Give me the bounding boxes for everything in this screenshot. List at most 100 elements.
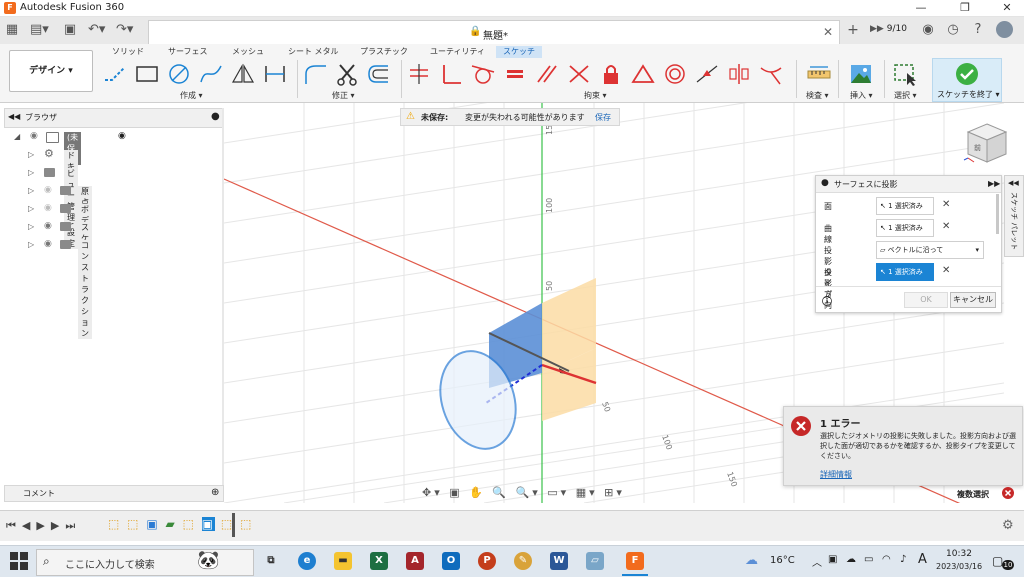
- viewports-icon[interactable]: ⊞▾: [604, 486, 625, 499]
- zoom-icon[interactable]: 🔍▾: [516, 486, 541, 499]
- maximize-button[interactable]: ❐: [950, 1, 980, 15]
- clear-curve-icon[interactable]: ✕: [942, 221, 950, 232]
- insert-group-label[interactable]: 挿入 ▾: [850, 90, 873, 101]
- ime-indicator[interactable]: A: [918, 552, 927, 567]
- timeline-sketch-icon[interactable]: ⬚: [240, 517, 253, 531]
- new-tab-button[interactable]: +: [845, 22, 861, 38]
- timeline-sketch-icon[interactable]: ⬚: [108, 517, 121, 531]
- redo-icon[interactable]: ↷▾: [116, 22, 133, 38]
- user-avatar[interactable]: [996, 21, 1013, 38]
- tab-sketch[interactable]: スケッチ: [496, 46, 542, 58]
- job-status[interactable]: ▶▶ 9/10: [870, 24, 907, 34]
- notes-app-icon[interactable]: ▱: [586, 552, 604, 570]
- collapse-browser-icon[interactable]: ◀◀: [8, 112, 20, 121]
- comments-panel[interactable]: コメント ⊕: [4, 485, 224, 502]
- collapse-triangle-icon[interactable]: ◢: [14, 132, 20, 141]
- weather-cloud-icon[interactable]: ☁: [745, 553, 758, 568]
- select-group-label[interactable]: 選択 ▾: [894, 90, 917, 101]
- clock-time[interactable]: 10:32: [946, 549, 972, 559]
- notifications-clock-icon[interactable]: ◷: [945, 22, 961, 38]
- eye-visibility-icon[interactable]: ◉: [44, 221, 52, 231]
- step-forward-icon[interactable]: ▶: [51, 519, 65, 532]
- multi-select-cancel-icon[interactable]: [1002, 487, 1014, 499]
- timeline-body-icon[interactable]: ▣: [146, 517, 159, 531]
- clock-date[interactable]: 2023/03/16: [936, 562, 982, 571]
- mirror-tool-icon[interactable]: [230, 62, 256, 86]
- expand-triangle-icon[interactable]: ▷: [28, 150, 34, 159]
- word-icon[interactable]: W: [550, 552, 568, 570]
- projection-type-dropdown[interactable]: ▱ ベクトルに沿って ▾: [876, 241, 984, 259]
- insert-image-icon[interactable]: [848, 62, 874, 86]
- curvature-constraint-icon[interactable]: [758, 62, 784, 86]
- tab-utility[interactable]: ユーティリティ: [426, 46, 489, 58]
- projection-direction-box[interactable]: ↖ 1 選択済み: [876, 263, 934, 281]
- triangle-constraint-icon[interactable]: [630, 62, 656, 86]
- edge-browser-icon[interactable]: e: [298, 552, 316, 570]
- dimension-tool-icon[interactable]: [262, 62, 288, 86]
- curve-selection-box[interactable]: ↖ 1 選択済み: [876, 219, 934, 237]
- timeline-active-sketch-icon[interactable]: ▣: [201, 517, 216, 531]
- cancel-button[interactable]: キャンセル: [950, 292, 996, 308]
- document-tab[interactable]: 🔒 無題* ✕: [148, 20, 840, 45]
- dialog-collapse-icon[interactable]: ●: [821, 178, 829, 188]
- close-window-button[interactable]: ✕: [992, 1, 1022, 15]
- concentric-constraint-icon[interactable]: [662, 62, 688, 86]
- battery-icon[interactable]: ▭: [864, 554, 873, 565]
- task-view-icon[interactable]: ⧉: [262, 552, 280, 570]
- fusion-taskbar-icon[interactable]: F: [626, 552, 644, 570]
- look-at-icon[interactable]: ▣: [449, 486, 462, 499]
- perpendicular-constraint-icon[interactable]: [438, 62, 464, 86]
- clear-face-icon[interactable]: ✕: [942, 199, 950, 210]
- powerpoint-icon[interactable]: P: [478, 552, 496, 570]
- browser-panel-header[interactable]: ◀◀ ブラウザ ●: [4, 108, 224, 128]
- parallel-constraint-icon[interactable]: [534, 62, 560, 86]
- access-icon[interactable]: A: [406, 552, 424, 570]
- undo-icon[interactable]: ↶▾: [88, 22, 105, 38]
- viewcube[interactable]: 前: [962, 120, 1012, 166]
- extensions-icon[interactable]: ◉: [920, 22, 936, 38]
- save-link[interactable]: 保存: [595, 112, 611, 123]
- dialog-header[interactable]: ● サーフェスに投影 ▶▶: [816, 176, 1001, 193]
- paint-icon[interactable]: ✎: [514, 552, 532, 570]
- tray-app-icon[interactable]: ▣: [828, 554, 837, 565]
- inspect-group-label[interactable]: 検査 ▾: [806, 90, 829, 101]
- horizontal-vertical-constraint-icon[interactable]: [726, 62, 752, 86]
- symmetry-constraint-icon[interactable]: [566, 62, 592, 86]
- line-tool-icon[interactable]: [102, 62, 128, 86]
- go-to-end-icon[interactable]: ⏭: [65, 519, 81, 532]
- expand-triangle-icon[interactable]: ▷: [28, 186, 34, 195]
- fillet-tool-icon[interactable]: [302, 62, 328, 86]
- sketch-palette-tab[interactable]: ◀◀ スケッチ パレット: [1004, 175, 1024, 257]
- timeline-settings-gear-icon[interactable]: ⚙: [1002, 518, 1014, 533]
- taskbar-search-box[interactable]: ⌕ ここに入力して検索 🐼: [36, 549, 254, 576]
- create-group-label[interactable]: 作成 ▾: [180, 90, 203, 101]
- minimize-button[interactable]: —: [906, 1, 936, 15]
- file-menu-icon[interactable]: ▤▾: [30, 22, 49, 38]
- tab-sheet-metal[interactable]: シート メタル: [284, 46, 343, 58]
- timeline-sketch-icon[interactable]: ⬚: [183, 517, 196, 531]
- eye-visibility-icon[interactable]: ◉: [30, 131, 38, 141]
- modify-group-label[interactable]: 修正 ▾: [332, 90, 355, 101]
- tangent-constraint-icon[interactable]: [470, 62, 496, 86]
- go-to-start-icon[interactable]: ⏮: [6, 519, 22, 532]
- info-icon[interactable]: ⓘ: [822, 293, 832, 308]
- browser-minimize-icon[interactable]: ●: [211, 111, 220, 122]
- volume-icon[interactable]: ♪: [900, 554, 906, 565]
- offset-tool-icon[interactable]: [366, 62, 392, 86]
- workspace-switcher[interactable]: デザイン ▾: [9, 50, 93, 92]
- expand-triangle-icon[interactable]: ▷: [28, 240, 34, 249]
- fix-lock-icon[interactable]: [598, 62, 624, 86]
- windows-start-icon[interactable]: [10, 552, 28, 570]
- midpoint-constraint-icon[interactable]: [694, 62, 720, 86]
- trim-scissors-icon[interactable]: [334, 62, 360, 86]
- palette-expand-icon[interactable]: ◀◀: [1008, 179, 1019, 187]
- clear-direction-icon[interactable]: ✕: [942, 265, 950, 276]
- excel-icon[interactable]: X: [370, 552, 388, 570]
- constraints-group-label[interactable]: 拘束 ▾: [584, 90, 607, 101]
- timeline-sketch-icon[interactable]: ⬚: [127, 517, 140, 531]
- grid-settings-icon[interactable]: ▦▾: [576, 486, 598, 499]
- play-icon[interactable]: ▶: [36, 519, 50, 532]
- select-window-icon[interactable]: [892, 62, 918, 86]
- zoom-window-icon[interactable]: 🔍: [492, 486, 509, 499]
- expand-triangle-icon[interactable]: ▷: [28, 204, 34, 213]
